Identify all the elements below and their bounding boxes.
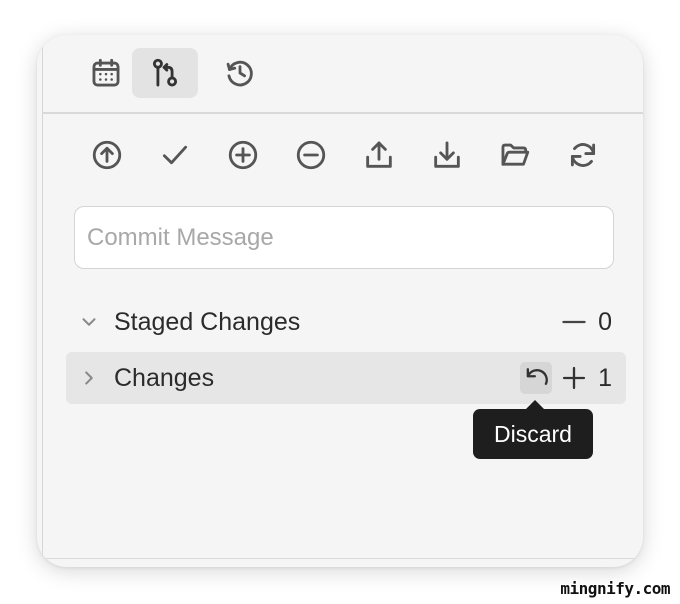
push-button[interactable] — [89, 136, 125, 174]
chevron-down-icon[interactable] — [78, 311, 100, 333]
download-button[interactable] — [429, 136, 465, 174]
unstage-all-action[interactable] — [558, 306, 590, 338]
tab-history[interactable] — [207, 48, 273, 98]
stage-all-button[interactable] — [225, 136, 261, 174]
calendar-icon — [92, 58, 120, 87]
minus-circle-icon — [296, 140, 326, 170]
staged-changes-label: Staged Changes — [114, 307, 301, 336]
tab-source-control[interactable] — [132, 48, 198, 98]
source-control-icon — [152, 58, 178, 87]
panel-left-border — [37, 35, 43, 567]
panel-bottom-border — [37, 557, 643, 559]
discard-all-button[interactable] — [520, 362, 553, 394]
action-toolbar — [89, 136, 601, 174]
commit-message-input[interactable] — [74, 206, 614, 269]
open-folder-button[interactable] — [497, 136, 533, 174]
changes-count: 1 — [598, 363, 612, 392]
history-icon — [226, 60, 253, 87]
upload-icon — [366, 141, 392, 168]
chevron-right-icon[interactable] — [78, 367, 100, 389]
checkmark-icon — [162, 145, 188, 165]
folder-open-icon — [501, 143, 530, 166]
arrow-up-circle-icon — [92, 140, 122, 170]
commit-button[interactable] — [157, 136, 193, 174]
changes-group[interactable]: Changes 1 — [66, 352, 626, 404]
undo-icon — [526, 368, 548, 385]
watermark-text: mingnify.com — [560, 579, 670, 598]
staged-changes-group[interactable]: Staged Changes 0 — [66, 296, 626, 348]
download-icon — [434, 141, 460, 168]
stage-all-changes-button[interactable] — [558, 362, 590, 394]
changes-label: Changes — [114, 363, 215, 392]
upload-button[interactable] — [361, 136, 397, 174]
source-control-panel: Staged Changes 0 Changes — [37, 35, 643, 567]
plus-circle-icon — [228, 140, 258, 170]
discard-tooltip: Discard — [473, 409, 593, 459]
unstage-all-button[interactable] — [293, 136, 329, 174]
minus-icon — [562, 320, 586, 324]
plus-icon — [563, 366, 586, 390]
refresh-icon — [570, 143, 596, 167]
staged-changes-count: 0 — [598, 307, 612, 336]
refresh-button[interactable] — [565, 136, 601, 174]
tabbar-separator — [42, 112, 643, 114]
tab-calendar[interactable] — [73, 48, 139, 98]
